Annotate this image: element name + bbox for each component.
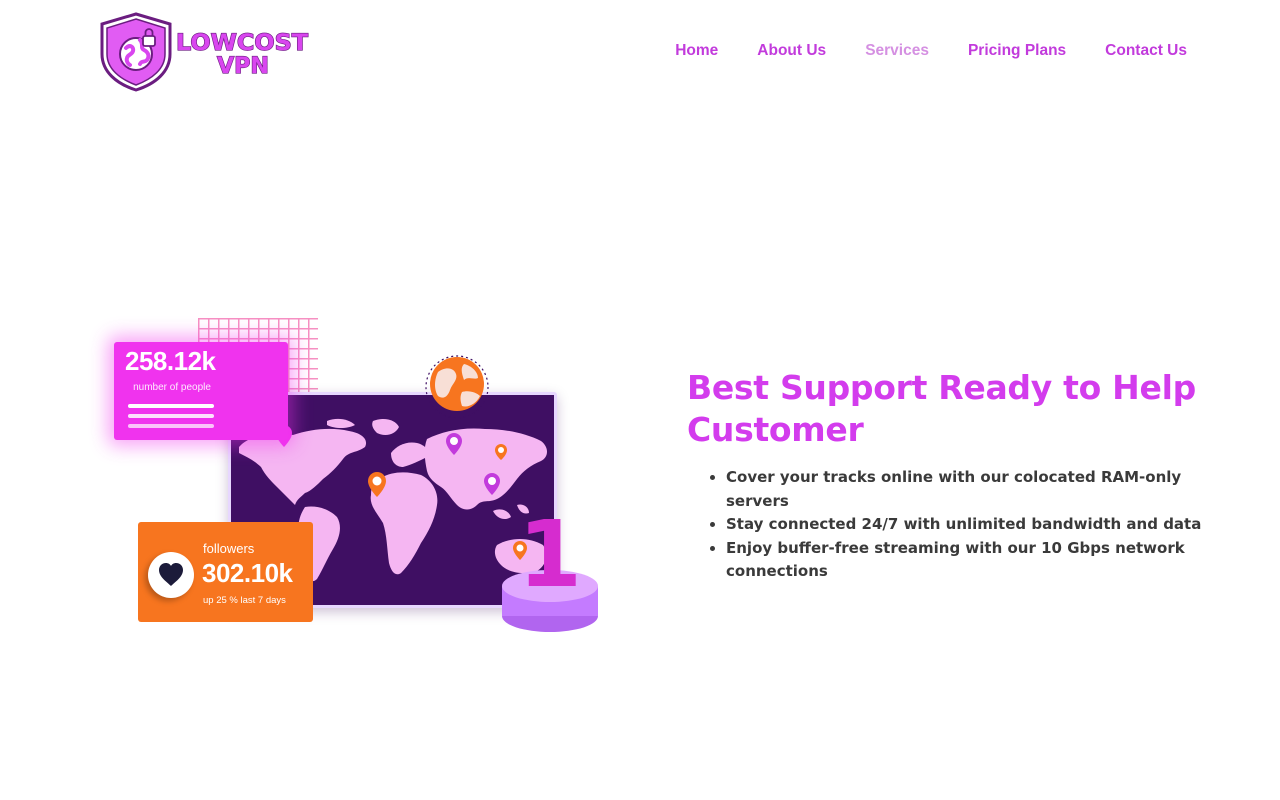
heart-icon [159, 563, 183, 586]
nav-item-home[interactable]: Home [675, 42, 718, 60]
stat-bar [128, 414, 214, 418]
nav-item-about-us[interactable]: About Us [757, 42, 826, 60]
nav-item-pricing-plans[interactable]: Pricing Plans [968, 42, 1066, 60]
people-label: number of people [133, 382, 211, 393]
logo-line-1: LOWCOST [176, 31, 308, 56]
feature-item: Stay connected 24/7 with unlimited bandw… [726, 513, 1236, 537]
feature-list: Cover your tracks online with our coloca… [688, 466, 1236, 584]
nav-item-contact-us[interactable]: Contact Us [1105, 42, 1187, 60]
followers-count: 302.10k [202, 558, 293, 588]
heart-badge [148, 552, 194, 598]
shield-globe-lock-icon: LOWCOST VPN [100, 12, 309, 92]
followers-card: followers 302.10k up 25 % last 7 days [138, 522, 313, 622]
people-count: 258.12k [125, 346, 216, 376]
feature-item: Cover your tracks online with our coloca… [726, 466, 1236, 513]
site-logo[interactable]: LOWCOST VPN [100, 10, 315, 94]
support-illustration: 258.12k number of people followers 302.1… [100, 318, 610, 640]
stat-bar [128, 424, 214, 428]
nav-item-services[interactable]: Services [865, 42, 929, 60]
section-heading: Best Support Ready to Help Customer [687, 368, 1196, 449]
feature-item: Enjoy buffer-free streaming with our 10 … [726, 537, 1236, 584]
podium-number: 1 [518, 508, 582, 608]
globe-icon [425, 355, 489, 419]
people-stat-card: 258.12k number of people [114, 342, 288, 440]
logo-line-2: VPN [217, 54, 269, 79]
main-nav: Home About Us Services Pricing Plans Con… [675, 40, 1187, 62]
stat-bar [128, 404, 214, 408]
followers-label: followers [203, 541, 255, 556]
followers-growth: up 25 % last 7 days [203, 595, 286, 606]
first-place-podium: 1 [502, 508, 598, 632]
